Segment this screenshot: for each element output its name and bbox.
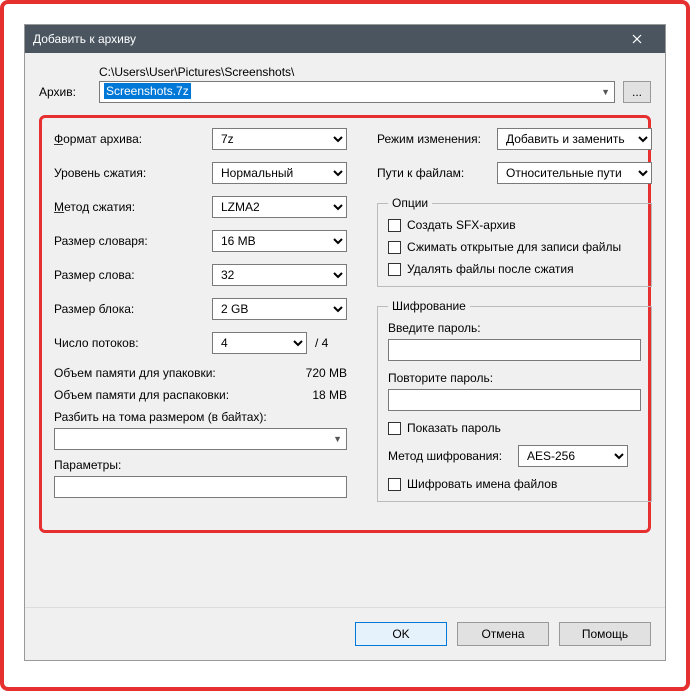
pwd1-label: Введите пароль:: [388, 321, 641, 335]
window-title: Добавить к архиву: [33, 32, 617, 46]
close-icon: [632, 34, 642, 44]
mem-unpack-value: 18 MB: [312, 388, 347, 402]
sfx-checkbox[interactable]: [388, 219, 401, 232]
archive-label: Архив:: [39, 85, 91, 103]
password-input[interactable]: [388, 339, 641, 361]
delete-after-checkbox[interactable]: [388, 263, 401, 276]
chevron-down-icon: ▼: [333, 434, 342, 444]
archive-path: C:\Users\User\Pictures\Screenshots\: [99, 65, 615, 79]
titlebar: Добавить к архиву: [25, 25, 665, 53]
cancel-button[interactable]: Отмена: [457, 622, 549, 646]
params-label: Параметры:: [54, 458, 347, 472]
mem-pack-label: Объем памяти для упаковки:: [54, 366, 216, 380]
dialog-window: Добавить к архиву Архив: C:\Users\User\P…: [24, 24, 666, 661]
compress-open-checkbox[interactable]: [388, 241, 401, 254]
chevron-down-icon: ▼: [601, 87, 610, 97]
split-label: Разбить на тома размером (в байтах):: [54, 410, 347, 424]
params-input[interactable]: [54, 476, 347, 498]
level-select[interactable]: Нормальный: [212, 162, 347, 184]
delete-after-label: Удалять файлы после сжатия: [407, 262, 574, 276]
paths-select[interactable]: Относительные пути: [497, 162, 652, 184]
encrypt-names-label: Шифровать имена файлов: [407, 477, 557, 491]
format-label: Формат архива:: [54, 132, 212, 146]
threads-label: Число потоков:: [54, 336, 212, 350]
enc-method-select[interactable]: AES-256: [518, 445, 628, 467]
dict-label: Размер словаря:: [54, 234, 212, 248]
mem-unpack-label: Объем памяти для распаковки:: [54, 388, 229, 402]
ok-button[interactable]: OK: [355, 622, 447, 646]
threads-select[interactable]: 4: [212, 332, 307, 354]
level-label: Уровень сжатия:: [54, 166, 212, 180]
show-password-checkbox[interactable]: [388, 422, 401, 435]
options-fieldset: Опции Создать SFX-архив Сжимать открытые…: [377, 196, 652, 287]
enc-method-label: Метод шифрования:: [388, 449, 518, 463]
encrypt-names-checkbox[interactable]: [388, 478, 401, 491]
show-password-label: Показать пароль: [407, 421, 501, 435]
options-legend: Опции: [388, 196, 432, 210]
archive-filename-input[interactable]: Screenshots.7z ▼: [99, 81, 615, 103]
password-repeat-input[interactable]: [388, 389, 641, 411]
word-label: Размер слова:: [54, 268, 212, 282]
threads-max: / 4: [315, 336, 328, 350]
mem-pack-value: 720 MB: [306, 366, 347, 380]
close-button[interactable]: [617, 25, 657, 53]
block-select[interactable]: 2 GB: [212, 298, 347, 320]
footer: OK Отмена Помощь: [25, 607, 665, 660]
sfx-label: Создать SFX-архив: [407, 218, 516, 232]
browse-button[interactable]: ...: [623, 81, 651, 103]
method-select[interactable]: LZMA2: [212, 196, 347, 218]
dict-select[interactable]: 16 MB: [212, 230, 347, 252]
format-select[interactable]: 7z: [212, 128, 347, 150]
paths-label: Пути к файлам:: [377, 166, 497, 180]
word-select[interactable]: 32: [212, 264, 347, 286]
compress-open-label: Сжимать открытые для записи файлы: [407, 240, 621, 254]
encryption-fieldset: Шифрование Введите пароль: Повторите пар…: [377, 299, 652, 502]
pwd2-label: Повторите пароль:: [388, 371, 641, 385]
mode-select[interactable]: Добавить и заменить: [497, 128, 652, 150]
split-select[interactable]: ▼: [54, 428, 347, 450]
mode-label: Режим изменения:: [377, 132, 497, 146]
options-panel: Формат архива: 7z Уровень сжатия: Нормал…: [39, 115, 651, 533]
help-button[interactable]: Помощь: [559, 622, 651, 646]
encryption-legend: Шифрование: [388, 299, 470, 313]
block-label: Размер блока:: [54, 302, 212, 316]
method-label: Метод сжатия:: [54, 200, 212, 214]
